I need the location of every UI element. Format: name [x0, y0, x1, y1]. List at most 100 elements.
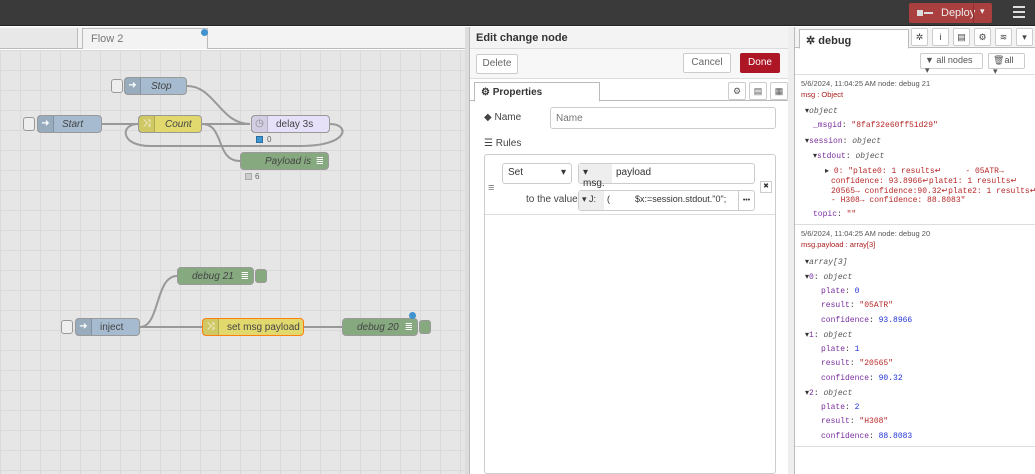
msgid-key: _msgid	[813, 121, 842, 130]
rule-property-input[interactable]: ▾ msg. payload	[578, 163, 755, 189]
arrow-icon: ➜	[76, 319, 92, 335]
inject-trigger-button[interactable]	[111, 79, 123, 93]
trash-icon: 🗑	[993, 55, 1005, 65]
stop-node[interactable]: ➜ Stop	[124, 77, 187, 95]
appearance-icon[interactable]: ▦	[770, 82, 788, 100]
deploy-button[interactable]: Deploy ▾	[909, 3, 992, 23]
stdout-line: confidence: 93.8966↵plate1: 1 results↵ -	[831, 177, 1035, 186]
value-type-select[interactable]: ▾ J:	[579, 191, 604, 210]
tab-debug-label: debug	[818, 35, 852, 47]
start-node-label: Start	[62, 119, 84, 130]
caret-right-icon[interactable]: ▸	[825, 167, 834, 176]
confidence-key: confidence	[821, 432, 870, 441]
topic-key: topic	[813, 210, 838, 219]
msg-prefix: msg.	[583, 178, 605, 189]
shuffle-icon: ⤨	[203, 319, 219, 335]
tab-flow-2[interactable]: Flow 2	[82, 28, 208, 49]
chevron-down-icon[interactable]: ▾	[1016, 28, 1033, 46]
rule-value-input[interactable]: ▾ J: ( $x:=session.stdout."0"; •••	[578, 190, 755, 211]
result-key: result	[821, 359, 850, 368]
description-icon[interactable]: ▤	[749, 82, 767, 100]
rule-action-select[interactable]: Set ▾	[502, 163, 572, 184]
clock-icon: ◷	[252, 116, 268, 132]
payload-is-debug-node[interactable]: Payload is ≣	[240, 152, 329, 170]
plate-value: 1	[854, 345, 860, 354]
debug-sidebar: ✲ debug ✲ i ▤ ⚙ ≋ ▾ ▼ all nodes ▾ 🗑all ▾…	[794, 27, 1035, 474]
index-type: object	[823, 331, 853, 340]
rules-list: ≡ Set ▾ ▾ msg. payload to the value ▾ J: …	[484, 154, 776, 474]
gear-icon[interactable]: ⚙	[974, 28, 991, 46]
plate-value: 2	[854, 403, 860, 412]
database-icon[interactable]: ≋	[995, 28, 1012, 46]
message-meta[interactable]: 5/6/2024, 11:04:25 AM node: debug 20	[795, 226, 1035, 239]
status-square	[245, 173, 252, 180]
result-key: result	[821, 301, 850, 310]
info-icon[interactable]: i	[932, 28, 949, 46]
debug-21-label: debug 21	[192, 271, 234, 282]
delete-button[interactable]: Delete	[476, 54, 518, 74]
deploy-label: Deploy	[941, 7, 976, 19]
book-icon[interactable]: ▤	[953, 28, 970, 46]
inject-node-label: inject	[100, 322, 124, 333]
stdout-key: stdout	[817, 152, 846, 161]
tab-flow-1[interactable]	[0, 28, 78, 48]
count-node-label: Count	[165, 119, 192, 130]
delay-status-text: 0	[267, 135, 272, 144]
name-label: Name	[494, 112, 522, 123]
chevron-down-icon: ▾	[560, 167, 566, 178]
settings-icon[interactable]: ⚙	[728, 82, 746, 100]
array-type: array[3]	[809, 258, 848, 267]
arrow-icon: ➜	[125, 78, 141, 94]
debug-21-node[interactable]: debug 21 ≣	[177, 267, 254, 285]
node-filter-select[interactable]: ▼ all nodes ▾	[920, 53, 983, 75]
message-meta[interactable]: 5/6/2024, 11:04:25 AM node: debug 21	[795, 78, 1035, 89]
property-type-select[interactable]: ▾ msg.	[579, 164, 612, 189]
cancel-button[interactable]: Cancel	[683, 53, 731, 73]
inject-trigger-button[interactable]	[61, 320, 73, 334]
obj-type: object	[809, 107, 838, 116]
deploy-divider	[973, 3, 974, 23]
index-key: 2	[809, 389, 814, 398]
plate-key: plate	[821, 403, 846, 412]
tab-properties[interactable]: ⚙ Properties	[474, 82, 600, 102]
clear-messages-button[interactable]: 🗑all ▾	[988, 53, 1025, 76]
header-bar: Deploy ▾	[0, 0, 1035, 26]
jsonata-icon: J:	[589, 194, 597, 204]
debug-toggle-button[interactable]	[255, 269, 267, 283]
rules-label-row: ☰ Rules	[484, 138, 521, 149]
debug-20-node[interactable]: debug 20 ≣	[342, 318, 418, 336]
inject-node[interactable]: ➜ inject	[75, 318, 140, 336]
result-value: "H308"	[859, 417, 889, 426]
inject-trigger-button[interactable]	[23, 117, 35, 131]
session-key: session	[809, 137, 843, 146]
expression-editor-button[interactable]: •••	[738, 191, 754, 210]
tab-changed-dot	[201, 29, 208, 36]
done-button[interactable]: Done	[740, 53, 780, 73]
debug-toggle-button[interactable]	[419, 320, 431, 334]
tab-debug[interactable]: ✲ debug	[799, 29, 909, 49]
name-label-row: ◆ Name	[484, 112, 521, 123]
confidence-key: confidence	[821, 374, 870, 383]
name-input[interactable]	[550, 107, 776, 129]
main-menu-icon[interactable]	[1013, 6, 1025, 20]
delay-node[interactable]: ◷ delay 3s	[251, 115, 330, 133]
flow-wires	[102, 85, 344, 328]
node-filter-value: all nodes	[936, 55, 973, 65]
drag-handle-icon[interactable]: ≡	[488, 182, 494, 194]
count-node[interactable]: ⤨ Count	[138, 115, 202, 133]
confidence-key: confidence	[821, 316, 870, 325]
delay-node-label: delay 3s	[276, 119, 314, 130]
properties-tabs: ⚙ Properties ⚙ ▤ ▦	[470, 80, 788, 102]
deploy-caret-icon[interactable]: ▾	[980, 6, 985, 17]
flow-canvas[interactable]: ➜ Stop ➜ Start ⤨ Count ◷ delay 3s 0 Payl…	[0, 50, 465, 474]
debug-message: 5/6/2024, 11:04:25 AM node: debug 21 msg…	[795, 78, 1035, 225]
set-msg-payload-node[interactable]: ⤨ set msg payload	[202, 318, 304, 336]
index-key: 1	[809, 331, 814, 340]
start-node[interactable]: ➜ Start	[37, 115, 102, 133]
node-changed-dot	[409, 312, 416, 319]
sidebar-tabs: ✲ debug ✲ i ▤ ⚙ ≋ ▾	[795, 27, 1035, 49]
remove-rule-icon[interactable]: ✖	[760, 181, 772, 193]
filter-icon: ▼	[925, 55, 937, 65]
debug-tab-icon[interactable]: ✲	[911, 28, 928, 46]
message-type: msg.payload : array[3]	[801, 240, 876, 249]
